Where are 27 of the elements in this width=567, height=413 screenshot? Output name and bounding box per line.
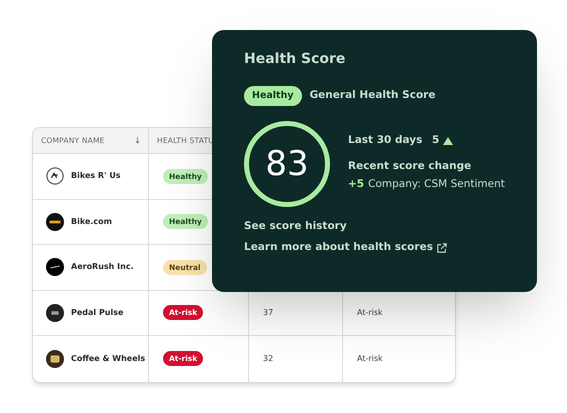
score-value: 83 (265, 147, 309, 182)
score-delta: +5 (348, 176, 364, 192)
popup-link[interactable]: Learn more about health scores (244, 240, 447, 256)
status-badge: Healthy (244, 86, 302, 106)
company-logo-icon (46, 167, 64, 186)
period-label: Last 30 days (348, 133, 424, 148)
sort-arrow-icon[interactable] (135, 137, 140, 144)
company-logo-icon (46, 258, 64, 276)
score-type-label: General Health Score (310, 88, 436, 104)
category-cell: At-risk (357, 306, 383, 319)
recent-change-label: Recent score change (348, 159, 472, 174)
company-name[interactable]: Pedal Pulse (71, 306, 124, 319)
company-name[interactable]: AeroRush Inc. (71, 261, 134, 274)
score-cell: 32 (263, 352, 274, 365)
popup-title: Health Score (244, 52, 346, 66)
change-value: 5 (432, 133, 440, 148)
company-logo-icon (46, 350, 64, 368)
popup-link[interactable]: See score history (244, 219, 347, 235)
company-name[interactable]: Bike.com (71, 216, 112, 228)
company-logo-icon (46, 212, 64, 231)
company-name[interactable]: Bikes R' Us (71, 170, 121, 182)
change-source: Company: CSM Sentiment (368, 176, 505, 192)
company-name[interactable]: Coffee & Wheels (71, 352, 146, 365)
category-cell: At-risk (357, 352, 383, 365)
score-cell: 37 (263, 306, 274, 319)
company-logo-icon (46, 304, 64, 322)
external-link-icon (436, 242, 447, 253)
